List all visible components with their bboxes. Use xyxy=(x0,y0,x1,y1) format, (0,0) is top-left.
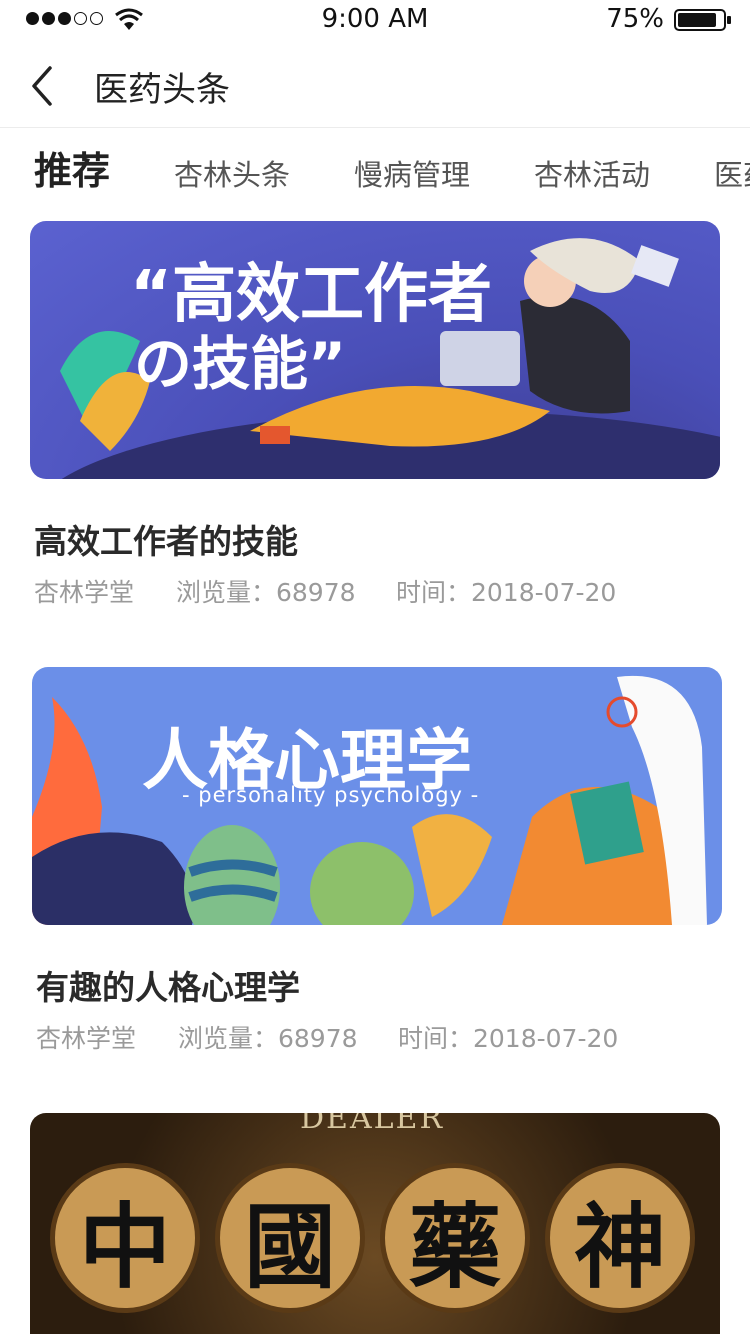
article-source: 杏林学堂 xyxy=(36,1024,137,1053)
article-card[interactable]: “高效工作者 の技能” 高效工作者的技能 杏林学堂 浏览量：68978 时间：201… xyxy=(30,221,720,607)
battery-icon xyxy=(674,9,731,31)
article-time: 时间：2018-07-20 xyxy=(396,578,617,607)
page-title: 医药头条 xyxy=(94,70,230,110)
status-bar: 9:00 AM 75% xyxy=(0,0,750,40)
article-title[interactable]: 高效工作者的技能 xyxy=(34,515,298,563)
article-views: 浏览量：68978 xyxy=(176,578,356,607)
banner-char: 中 xyxy=(78,1193,171,1301)
article-meta: 杏林学堂 浏览量：68978 时间：2018-07-20 xyxy=(36,1019,618,1055)
banner-subheadline: の技能” xyxy=(134,330,347,398)
tab-medicine[interactable]: 医药 xyxy=(714,152,750,194)
article-time: 时间：2018-07-20 xyxy=(398,1024,619,1053)
article-cover-image[interactable]: DEALER 中 國 藥 神 xyxy=(30,1113,720,1334)
battery-percent: 75% xyxy=(606,4,664,34)
banner-top-text: DEALER xyxy=(300,1113,445,1136)
article-cover-image[interactable]: “高效工作者 の技能” xyxy=(30,221,720,479)
back-button[interactable] xyxy=(24,62,64,110)
navigation-bar: 医药头条 xyxy=(0,44,750,128)
article-title[interactable]: 有趣的人格心理学 xyxy=(36,961,300,1009)
banner-char: 藥 xyxy=(408,1193,501,1301)
tab-chronic-disease[interactable]: 慢病管理 xyxy=(354,152,470,194)
banner-subheadline: - personality psychology - xyxy=(182,783,480,807)
banner-char: 神 xyxy=(573,1193,666,1301)
article-card[interactable]: DEALER 中 國 藥 神 xyxy=(30,1113,720,1334)
article-views: 浏览量：68978 xyxy=(178,1024,358,1053)
article-source: 杏林学堂 xyxy=(34,578,135,607)
category-tabs: 推荐 杏林头条 慢病管理 杏林活动 医药 xyxy=(0,130,750,210)
tab-recommend[interactable]: 推荐 xyxy=(34,140,110,195)
article-meta: 杏林学堂 浏览量：68978 时间：2018-07-20 xyxy=(34,573,616,609)
tab-xinglin-events[interactable]: 杏林活动 xyxy=(534,152,650,194)
article-card[interactable]: 人格心理学 - personality psychology - 有趣的人格心理… xyxy=(32,667,722,1053)
tab-xinglin-headlines[interactable]: 杏林头条 xyxy=(174,152,290,194)
banner-char: 國 xyxy=(243,1193,336,1301)
article-cover-image[interactable]: 人格心理学 - personality psychology - xyxy=(32,667,722,925)
